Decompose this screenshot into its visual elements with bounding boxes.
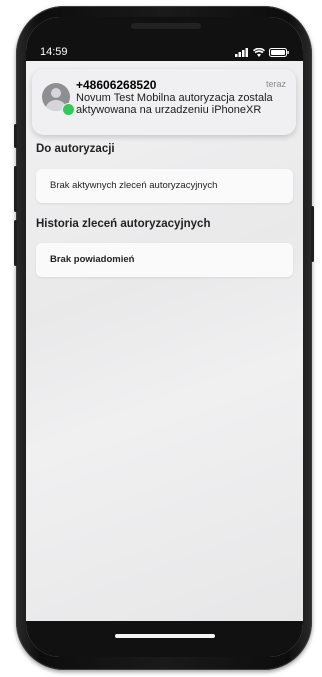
side-button-left-3 — [14, 220, 17, 266]
authorization-empty-message: Brak aktywnych zleceń autoryzacyjnych — [50, 180, 218, 191]
wifi-icon — [253, 48, 265, 57]
phone-screen: Do autoryzacji Brak aktywnych zleceń aut… — [26, 17, 303, 657]
messages-badge-icon — [62, 103, 75, 116]
notification-message: Novum Test Mobilna autoryzacja zostala a… — [76, 92, 273, 116]
cellular-signal-icon — [235, 48, 248, 57]
history-empty-card: Brak powiadomień — [36, 243, 293, 277]
authorization-empty-card: Brak aktywnych zleceń autoryzacyjnych — [36, 169, 293, 203]
status-bar: 14:59 — [26, 45, 303, 63]
clock: 14:59 — [40, 46, 68, 58]
history-empty-message: Brak powiadomień — [50, 254, 135, 265]
notification-time: teraz — [265, 79, 286, 89]
side-button-left-1 — [14, 124, 17, 148]
home-indicator-area — [26, 621, 303, 657]
notification-sender: +48606268520 — [76, 78, 157, 92]
speaker-notch — [131, 23, 201, 29]
home-indicator[interactable] — [115, 634, 215, 638]
sms-notification-banner[interactable]: +48606268520 teraz Novum Test Mobilna au… — [32, 69, 296, 135]
section-title-history: Historia zleceń autoryzacyjnych — [36, 218, 211, 230]
section-title-authorization: Do autoryzacji — [36, 143, 115, 155]
app-content: Do autoryzacji Brak aktywnych zleceń aut… — [26, 61, 303, 621]
side-button-left-2 — [14, 166, 17, 212]
battery-icon — [269, 48, 289, 57]
side-button-right — [311, 206, 314, 262]
